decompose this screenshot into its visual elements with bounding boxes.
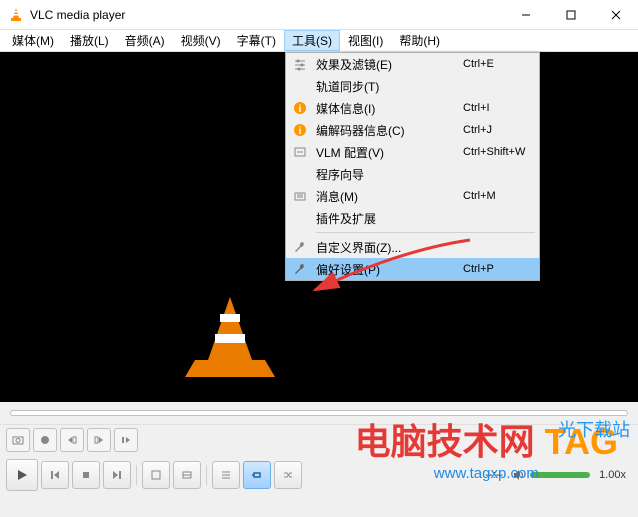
loop-a-button[interactable]	[60, 428, 84, 452]
menu-subtitle[interactable]: 字幕(T)	[229, 30, 284, 51]
menu-plugins[interactable]: 插件及扩展	[286, 207, 539, 229]
svg-text:i: i	[299, 104, 302, 115]
play-button[interactable]	[6, 459, 38, 491]
volume-slider[interactable]	[530, 472, 590, 478]
menu-messages[interactable]: 消息(M) Ctrl+M	[286, 185, 539, 207]
window-controls	[503, 0, 638, 30]
snapshot-button[interactable]	[6, 428, 30, 452]
secondary-toolbar	[0, 424, 638, 454]
menu-vlm-config[interactable]: VLM 配置(V) Ctrl+Shift+W	[286, 141, 539, 163]
playback-controls: --:-- 1.00x	[0, 454, 638, 496]
svg-text:i: i	[299, 126, 302, 137]
vlm-icon	[290, 144, 310, 160]
titlebar: VLC media player	[0, 0, 638, 30]
speed-display: 1.00x	[599, 469, 626, 481]
menu-video[interactable]: 视频(V)	[173, 30, 229, 51]
menu-media[interactable]: 媒体(M)	[4, 30, 62, 51]
watermark-side: 光下载站	[558, 416, 630, 442]
tools-dropdown: 效果及滤镜(E) Ctrl+E 轨道同步(T) i 媒体信息(I) Ctrl+I…	[285, 52, 540, 281]
menubar: 媒体(M) 播放(L) 音频(A) 视频(V) 字幕(T) 工具(S) 视图(I…	[0, 30, 638, 52]
shuffle-button[interactable]	[274, 461, 302, 489]
next-button[interactable]	[103, 461, 131, 489]
menu-preferences[interactable]: 偏好设置(P) Ctrl+P	[286, 258, 539, 280]
playlist-button[interactable]	[212, 461, 240, 489]
maximize-button[interactable]	[548, 0, 593, 30]
menu-playback[interactable]: 播放(L)	[62, 30, 117, 51]
seekbar	[0, 402, 638, 424]
fullscreen-button[interactable]	[142, 461, 170, 489]
record-button[interactable]	[33, 428, 57, 452]
speaker-icon[interactable]	[512, 468, 526, 482]
info-icon: i	[290, 100, 310, 116]
menu-tools[interactable]: 工具(S)	[284, 30, 340, 51]
prev-button[interactable]	[41, 461, 69, 489]
extended-button[interactable]	[173, 461, 201, 489]
menu-customize-interface[interactable]: 自定义界面(Z)...	[286, 236, 539, 258]
sliders-icon	[290, 56, 310, 72]
message-icon	[290, 188, 310, 204]
volume-control	[512, 468, 590, 482]
menu-view[interactable]: 视图(I)	[340, 30, 391, 51]
menu-audio[interactable]: 音频(A)	[117, 30, 173, 51]
time-display: --:--	[485, 469, 503, 481]
separator	[136, 465, 137, 485]
wrench-icon	[290, 239, 310, 255]
seek-track[interactable]	[10, 410, 628, 416]
loop-button[interactable]	[243, 461, 271, 489]
menu-track-sync[interactable]: 轨道同步(T)	[286, 75, 539, 97]
frame-button[interactable]	[114, 428, 138, 452]
stop-button[interactable]	[72, 461, 100, 489]
menu-help[interactable]: 帮助(H)	[391, 30, 448, 51]
menu-media-info[interactable]: i 媒体信息(I) Ctrl+I	[286, 97, 539, 119]
wrench-icon	[290, 261, 310, 277]
vlc-cone-logo	[180, 292, 280, 382]
window-title: VLC media player	[30, 8, 503, 22]
separator	[206, 465, 207, 485]
close-button[interactable]	[593, 0, 638, 30]
vlc-icon	[8, 7, 24, 23]
minimize-button[interactable]	[503, 0, 548, 30]
menu-codec-info[interactable]: i 编解码器信息(C) Ctrl+J	[286, 119, 539, 141]
loop-b-button[interactable]	[87, 428, 111, 452]
menu-separator	[316, 232, 535, 233]
menu-effects-filters[interactable]: 效果及滤镜(E) Ctrl+E	[286, 53, 539, 75]
menu-wizard[interactable]: 程序向导	[286, 163, 539, 185]
info-icon: i	[290, 122, 310, 138]
